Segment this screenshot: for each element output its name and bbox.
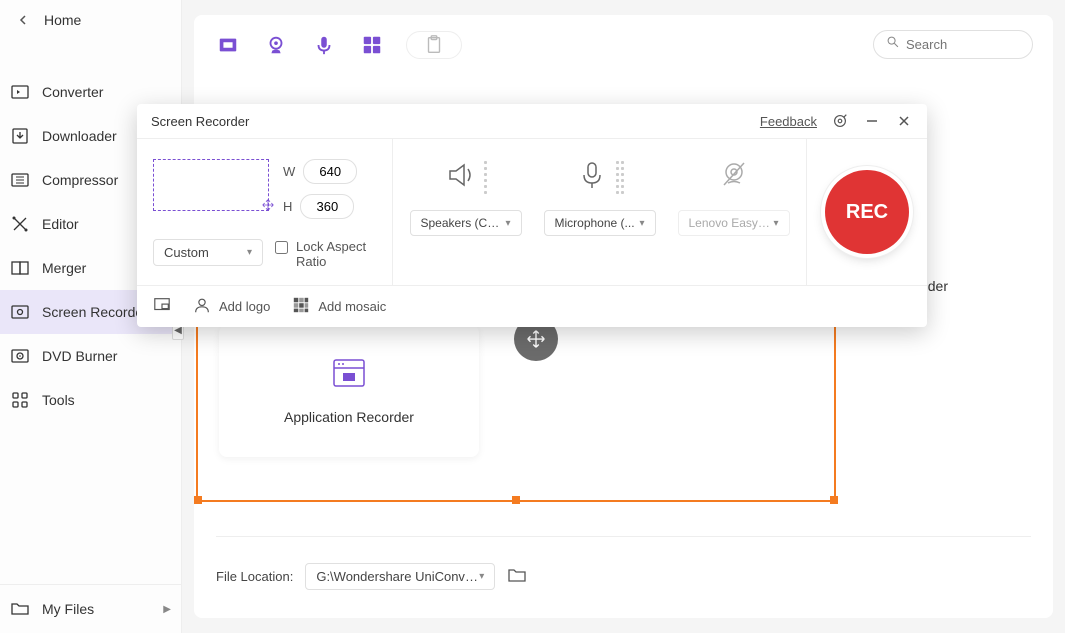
search-icon <box>886 35 900 54</box>
editor-icon <box>10 214 30 234</box>
merger-icon <box>10 258 30 278</box>
add-logo-button[interactable]: Add logo <box>193 296 270 317</box>
microphone-icon[interactable] <box>576 159 608 196</box>
settings-icon[interactable] <box>831 112 849 130</box>
sidebar-item-tools[interactable]: Tools <box>0 378 181 422</box>
add-mosaic-button[interactable]: Add mosaic <box>292 296 386 317</box>
close-button[interactable] <box>895 112 913 130</box>
screen-recorder-dialog: Screen Recorder Feedback W <box>137 104 927 327</box>
sidebar-item-label: Editor <box>42 216 79 232</box>
pip-icon <box>153 296 171 317</box>
record-button[interactable]: REC <box>825 170 909 254</box>
chevron-down-icon: ▾ <box>505 218 510 229</box>
open-folder-button[interactable] <box>507 566 527 587</box>
sidebar-item-dvd-burner[interactable]: DVD Burner <box>0 334 181 378</box>
width-label: W <box>283 164 295 179</box>
region-mode-value: Custom <box>164 245 209 260</box>
recorder-tile-label-truncated: der <box>928 278 948 294</box>
mic-device-select[interactable]: Microphone (... ▾ <box>544 210 656 236</box>
folder-icon <box>10 599 30 619</box>
speaker-device-value: Speakers (Con... <box>421 216 506 230</box>
tool-screen-record[interactable] <box>214 31 242 59</box>
sidebar-item-label: DVD Burner <box>42 348 117 364</box>
height-label: H <box>283 199 292 214</box>
file-location-select[interactable]: G:\Wondershare UniConverter ▾ <box>305 563 495 590</box>
back-icon <box>14 10 34 30</box>
speaker-icon[interactable] <box>444 159 476 196</box>
chevron-down-icon: ▾ <box>479 571 484 582</box>
tool-webcam[interactable] <box>262 31 290 59</box>
chevron-down-icon: ▾ <box>247 247 252 258</box>
level-meter-icon <box>484 161 487 194</box>
user-icon <box>193 296 211 317</box>
sidebar-item-label: Tools <box>42 392 75 408</box>
my-files-label: My Files <box>42 601 94 617</box>
application-recorder-tile[interactable]: Application Recorder <box>219 325 479 457</box>
file-location-row: File Location: G:\Wondershare UniConvert… <box>216 536 1031 590</box>
region-mode-select[interactable]: Custom ▾ <box>153 239 263 266</box>
dialog-title: Screen Recorder <box>151 114 249 129</box>
screen-recorder-icon <box>10 302 30 322</box>
dialog-footer: Add logo Add mosaic <box>137 285 927 327</box>
sidebar-item-label: Downloader <box>42 128 117 144</box>
toolbar <box>214 25 1033 64</box>
height-input[interactable] <box>300 194 354 219</box>
tool-apps[interactable] <box>358 31 386 59</box>
tile-label: Application Recorder <box>284 409 414 425</box>
feedback-link[interactable]: Feedback <box>760 114 817 129</box>
converter-icon <box>10 82 30 102</box>
chevron-down-icon: ▾ <box>773 218 778 229</box>
lock-aspect-input[interactable] <box>275 241 288 254</box>
add-mosaic-label: Add mosaic <box>318 299 386 314</box>
mosaic-icon <box>292 296 310 317</box>
record-label: REC <box>846 201 888 224</box>
level-meter-icon <box>616 161 624 194</box>
dialog-titlebar: Screen Recorder Feedback <box>137 104 927 139</box>
my-files-button[interactable]: My Files ▶ <box>0 585 181 633</box>
file-location-label: File Location: <box>216 569 293 584</box>
sidebar-item-label: Converter <box>42 84 103 100</box>
tools-icon <box>10 390 30 410</box>
sidebar-item-label: Screen Recorder <box>42 304 148 320</box>
tool-clipboard[interactable] <box>406 31 462 59</box>
camera-device-select[interactable]: Lenovo EasyC... ▾ <box>678 210 790 236</box>
chevron-right-icon: ▶ <box>163 604 171 615</box>
add-logo-label: Add logo <box>219 299 270 314</box>
mic-device-value: Microphone (... <box>555 216 635 230</box>
search-box[interactable] <box>873 30 1033 59</box>
lock-aspect-checkbox[interactable]: Lock Aspect Ratio <box>275 239 376 269</box>
pip-button[interactable] <box>153 296 171 317</box>
home-label: Home <box>44 12 81 28</box>
search-input[interactable] <box>906 37 1020 52</box>
speaker-device-select[interactable]: Speakers (Con... ▾ <box>410 210 522 236</box>
home-button[interactable]: Home <box>0 0 181 40</box>
camera-device-value: Lenovo EasyC... <box>689 216 774 230</box>
minimize-button[interactable] <box>863 112 881 130</box>
application-window-icon <box>332 358 366 393</box>
chevron-down-icon: ▾ <box>639 218 644 229</box>
downloader-icon <box>10 126 30 146</box>
width-input[interactable] <box>303 159 357 184</box>
tool-audio[interactable] <box>310 31 338 59</box>
sidebar-item-label: Merger <box>42 260 86 276</box>
move-icon <box>260 197 276 218</box>
dvd-burner-icon <box>10 346 30 366</box>
sidebar-item-label: Compressor <box>42 172 118 188</box>
region-preview[interactable] <box>153 159 269 211</box>
compressor-icon <box>10 170 30 190</box>
lock-aspect-label: Lock Aspect Ratio <box>296 239 376 269</box>
file-location-value: G:\Wondershare UniConverter <box>316 569 479 584</box>
webcam-disabled-icon[interactable] <box>718 159 750 196</box>
